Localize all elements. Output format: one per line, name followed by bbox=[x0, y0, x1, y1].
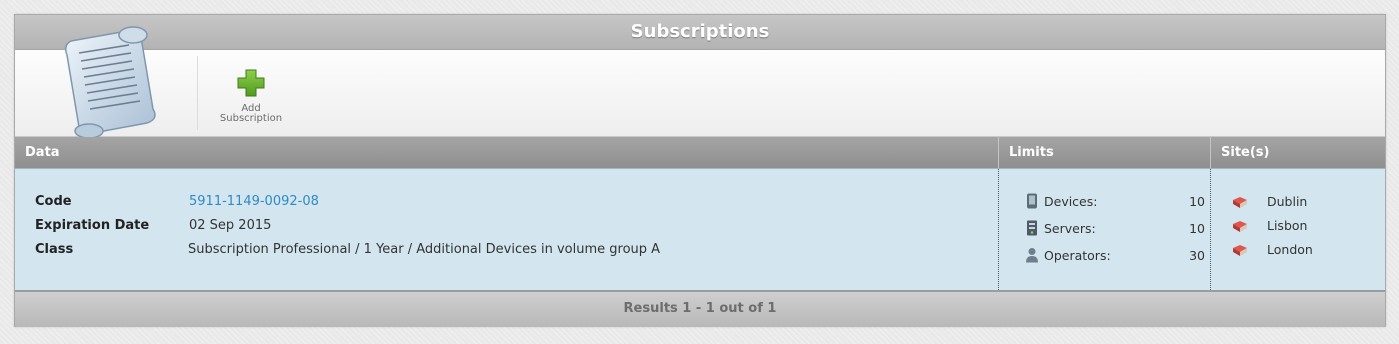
limit-label: Devices: bbox=[1044, 194, 1098, 209]
site-name: London bbox=[1267, 242, 1313, 257]
site-item-dublin[interactable]: Dublin bbox=[1232, 194, 1352, 212]
column-divider bbox=[1210, 169, 1211, 290]
limit-label: Servers: bbox=[1044, 221, 1096, 236]
site-name: Dublin bbox=[1267, 194, 1308, 209]
code-label: Code bbox=[35, 194, 72, 209]
grid-header: Data Limits Site(s) bbox=[15, 137, 1385, 168]
green-plus-icon bbox=[237, 69, 265, 97]
column-divider bbox=[998, 169, 999, 290]
toolbar-separator bbox=[197, 56, 198, 130]
limit-operators: Operators: 30 bbox=[1025, 247, 1205, 265]
add-subscription-button[interactable]: Add Subscription bbox=[211, 64, 291, 130]
scroll-document-icon bbox=[64, 26, 156, 139]
limit-label: Operators: bbox=[1044, 248, 1111, 263]
site-item-lisbon[interactable]: Lisbon bbox=[1232, 218, 1352, 236]
results-footer: Results 1 - 1 out of 1 bbox=[15, 291, 1385, 327]
limit-value: 30 bbox=[1189, 248, 1205, 263]
limit-servers: Servers: 10 bbox=[1025, 220, 1205, 238]
class-label: Class bbox=[35, 242, 74, 257]
device-icon bbox=[1027, 193, 1037, 209]
limit-value: 10 bbox=[1189, 221, 1205, 236]
limit-value: 10 bbox=[1189, 194, 1205, 209]
panel-title: Subscriptions bbox=[15, 15, 1385, 50]
site-book-icon bbox=[1233, 245, 1247, 256]
site-name: Lisbon bbox=[1267, 218, 1308, 233]
site-book-icon bbox=[1233, 221, 1247, 232]
column-header-data[interactable]: Data bbox=[15, 137, 998, 168]
limit-devices: Devices: 10 bbox=[1025, 193, 1205, 211]
expiration-date-label: Expiration Date bbox=[35, 218, 150, 233]
toolbar: Add Subscription bbox=[15, 26, 1385, 139]
site-item-london[interactable]: London bbox=[1232, 242, 1352, 260]
server-icon bbox=[1027, 220, 1037, 236]
add-subscription-label: Add Subscription bbox=[219, 103, 283, 124]
subscription-row[interactable]: Code 5911-1149-0092-08 Expiration Date 0… bbox=[15, 168, 1385, 291]
operator-icon bbox=[1026, 248, 1038, 263]
class-value: Subscription Professional / 1 Year / Add… bbox=[188, 242, 661, 257]
code-link[interactable]: 5911-1149-0092-08 bbox=[189, 194, 319, 209]
column-header-limits[interactable]: Limits bbox=[998, 137, 1210, 168]
subscriptions-panel: Subscriptions Add Subscription Data Limi… bbox=[14, 14, 1386, 327]
site-book-icon bbox=[1233, 197, 1247, 208]
column-header-sites[interactable]: Site(s) bbox=[1210, 137, 1385, 168]
expiration-date-value: 02 Sep 2015 bbox=[189, 218, 272, 233]
